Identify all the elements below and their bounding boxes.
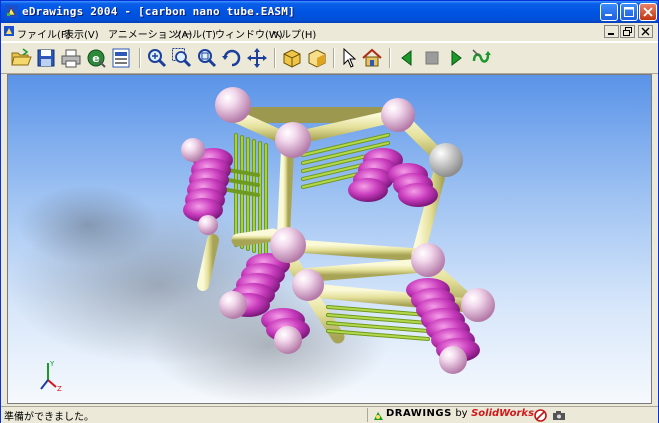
send-email-icon[interactable]: e (85, 47, 107, 69)
zoom-icon[interactable] (146, 47, 168, 69)
toolbar-separator (333, 48, 335, 68)
stop-icon[interactable] (421, 47, 443, 69)
mdi-minimize-button[interactable] (604, 25, 619, 38)
menu-bar: ファイル(F) 表示(V) アニメーション(A) ツール(T) ウィンドウ(W)… (1, 23, 658, 42)
home-icon[interactable] (361, 47, 383, 69)
menu-tools[interactable]: ツール(T) (172, 26, 216, 41)
svg-text:e: e (92, 52, 99, 65)
rotate-icon[interactable] (221, 47, 243, 69)
brand-panel: DRAWINGS by SolidWorks (367, 408, 657, 422)
triad-z-label: Z (57, 385, 62, 393)
close-icon (643, 7, 653, 17)
toolbar-separator (389, 48, 391, 68)
model-viewport[interactable]: Y Z (7, 74, 652, 404)
minimize-icon (605, 14, 612, 16)
pan-icon[interactable] (246, 47, 268, 69)
app-window: eDrawings 2004 - [carbon nano tube.EASM]… (0, 0, 659, 423)
brand-text: DRAWINGS by SolidWorks (386, 408, 534, 419)
brand-name: SolidWorks (471, 408, 535, 419)
minimize-icon (608, 33, 614, 35)
transparent-view-icon[interactable] (306, 47, 328, 69)
zoom-to-area-icon[interactable] (171, 47, 193, 69)
previous-icon[interactable] (396, 47, 418, 69)
ring-stack-bottom-right (406, 278, 480, 362)
axis-triad: Y Z (40, 360, 62, 393)
brand-by: by (455, 408, 468, 419)
close-icon (641, 27, 650, 36)
status-text: 準備ができました。 (4, 412, 94, 423)
carbon-nanotube-model[interactable]: Y Z (8, 75, 652, 404)
maximize-button[interactable] (620, 3, 638, 21)
shaded-view-icon[interactable] (281, 47, 303, 69)
close-button[interactable] (639, 3, 657, 21)
toolbar-separator (139, 48, 141, 68)
edrawings-app-icon (5, 5, 18, 18)
maximize-icon (624, 7, 634, 17)
toolbar-separator (274, 48, 276, 68)
play-icon[interactable] (445, 47, 467, 69)
continuous-play-icon[interactable] (470, 47, 492, 69)
status-bar: 準備ができました。 DRAWINGS by SolidWorks (1, 406, 658, 423)
menu-file[interactable]: ファイル(F) (17, 26, 71, 41)
camera-icon[interactable] (552, 410, 566, 421)
page-setup-icon[interactable] (110, 47, 132, 69)
mdi-restore-button[interactable] (620, 25, 635, 38)
save-icon[interactable] (35, 47, 57, 69)
select-icon[interactable] (338, 47, 360, 69)
toolbar: e (1, 42, 658, 74)
print-icon[interactable] (60, 47, 82, 69)
title-bar[interactable]: eDrawings 2004 - [carbon nano tube.EASM] (1, 1, 658, 23)
brand-prefix: DRAWINGS (386, 408, 452, 419)
mdi-close-button[interactable] (638, 25, 653, 38)
minimize-button[interactable] (600, 3, 618, 21)
open-icon[interactable] (10, 47, 32, 69)
document-icon[interactable] (3, 25, 15, 37)
menu-help[interactable]: ヘルプ(H) (271, 26, 316, 41)
menu-view[interactable]: 表示(V) (64, 26, 99, 41)
edrawings-logo-icon (374, 412, 383, 420)
triad-y-label: Y (49, 360, 55, 368)
window-title: eDrawings 2004 - [carbon nano tube.EASM] (22, 5, 295, 18)
restore-icon (623, 27, 632, 36)
zoom-to-fit-icon[interactable] (196, 47, 218, 69)
no-markup-icon[interactable] (534, 409, 547, 422)
